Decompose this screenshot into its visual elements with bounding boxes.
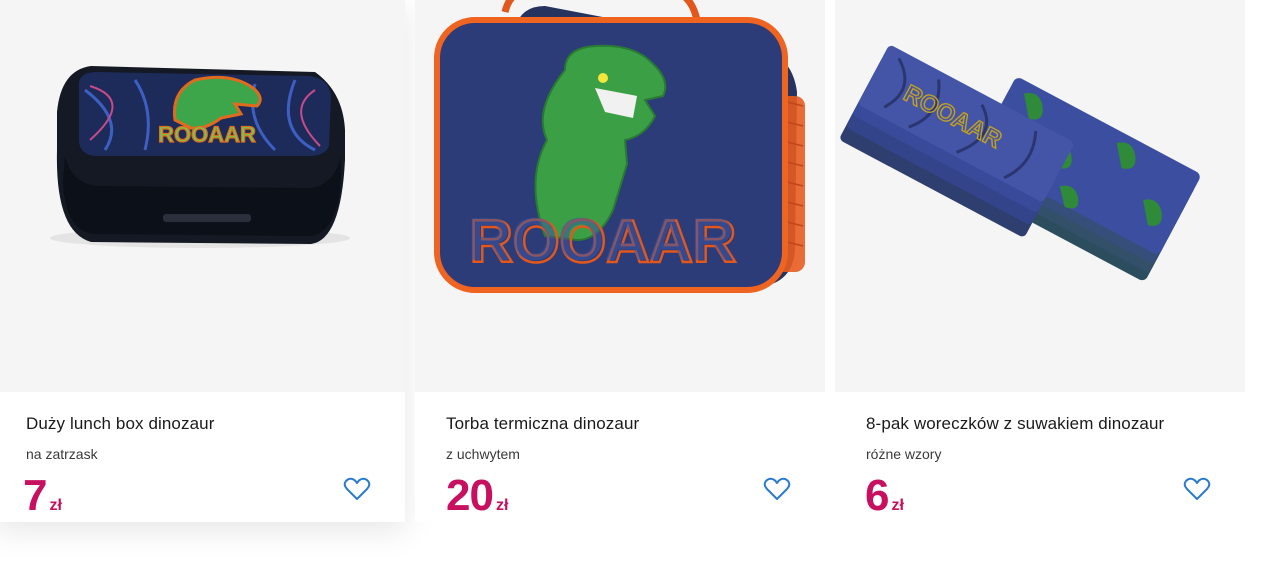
product-card[interactable]: ROOAAR Duży lunch box dinozaur na zatrza… xyxy=(0,0,405,522)
product-card[interactable]: ROOAAR ROOAAR Torba termiczna dinozaur z… xyxy=(415,0,825,522)
product-grid: ROOAAR Duży lunch box dinozaur na zatrza… xyxy=(0,0,1268,567)
product-image-thermal-bag[interactable]: ROOAAR ROOAAR xyxy=(415,0,825,392)
product-image-zip-bags[interactable]: ROOAAR xyxy=(835,0,1245,392)
price-amount: 20 xyxy=(446,471,494,520)
heart-outline-icon xyxy=(1183,477,1211,500)
price-amount: 7 xyxy=(23,471,48,520)
price-currency: zł xyxy=(891,497,904,514)
image-brand-text: ROOAAR xyxy=(158,122,256,147)
favorite-button[interactable] xyxy=(343,476,371,502)
price-currency: zł xyxy=(49,497,62,514)
heart-outline-icon xyxy=(343,477,371,500)
price-amount: 6 xyxy=(865,471,890,520)
product-price: 6 zł xyxy=(865,470,904,522)
favorite-button[interactable] xyxy=(763,476,791,502)
product-subtitle: różne wzory xyxy=(866,446,942,462)
product-subtitle: z uchwytem xyxy=(446,446,520,462)
product-card[interactable]: ROOAAR 8-pak woreczków z suwakiem dinoza… xyxy=(835,0,1245,522)
product-subtitle: na zatrzask xyxy=(26,446,98,462)
heart-outline-icon xyxy=(763,477,791,500)
product-price: 20 zł xyxy=(446,470,508,522)
product-image-lunch-box[interactable]: ROOAAR xyxy=(0,0,405,392)
price-currency: zł xyxy=(495,497,509,514)
product-name[interactable]: Torba termiczna dinozaur xyxy=(446,414,639,434)
product-price: 7 zł xyxy=(23,470,62,522)
product-name[interactable]: 8-pak woreczków z suwakiem dinozaur xyxy=(866,414,1164,434)
svg-text:ROOAAR: ROOAAR xyxy=(468,206,735,273)
product-name[interactable]: Duży lunch box dinozaur xyxy=(26,414,214,434)
favorite-button[interactable] xyxy=(1183,476,1211,502)
